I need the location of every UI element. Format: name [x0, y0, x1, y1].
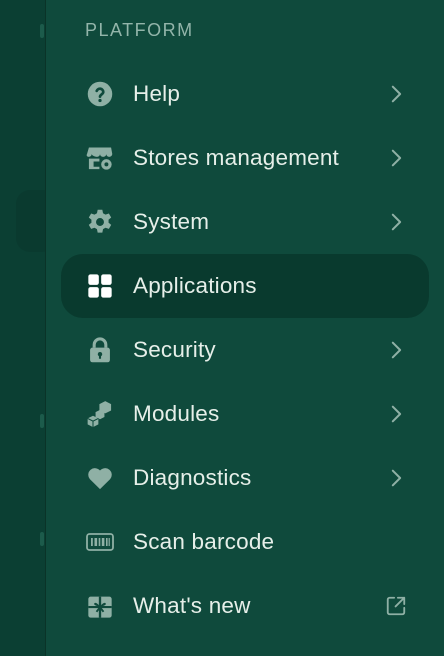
- grid-icon: [85, 271, 115, 301]
- lock-icon: [85, 335, 115, 365]
- chevron-right-icon: [391, 405, 402, 423]
- chevron-right-icon: [391, 213, 402, 231]
- chevron-right-icon: [391, 469, 402, 487]
- chevron-right-icon: [391, 85, 402, 103]
- menu-item-stores-management[interactable]: Stores management: [61, 126, 429, 190]
- help-icon: [85, 79, 115, 109]
- menu-item-scan-barcode[interactable]: Scan barcode: [61, 510, 429, 574]
- external-link-icon: [386, 596, 406, 616]
- gift-icon: [85, 591, 115, 621]
- gear-icon: [85, 207, 115, 237]
- background-marker: [40, 532, 44, 546]
- cubes-icon: [85, 399, 115, 429]
- chevron-right-icon: [391, 149, 402, 167]
- menu-item-label: What's new: [133, 593, 251, 618]
- menu-item-label: Stores management: [133, 145, 340, 170]
- background-sidebar: [0, 0, 56, 656]
- menu-item-diagnostics[interactable]: Diagnostics: [61, 446, 429, 510]
- menu-item-label: Security: [133, 337, 216, 362]
- platform-menu: Help Stores management System Applicatio…: [61, 62, 429, 638]
- menu-item-applications[interactable]: Applications: [61, 254, 429, 318]
- menu-item-label: Diagnostics: [133, 465, 252, 490]
- menu-item-security[interactable]: Security: [61, 318, 429, 382]
- background-marker: [40, 24, 44, 38]
- menu-item-label: Help: [133, 81, 181, 106]
- menu-item-label: Modules: [133, 401, 220, 426]
- chevron-right-icon: [391, 341, 402, 359]
- menu-item-help[interactable]: Help: [61, 62, 429, 126]
- section-title: PLATFORM: [85, 20, 194, 40]
- menu-item-system[interactable]: System: [61, 190, 429, 254]
- barcode-icon: [85, 527, 115, 557]
- heart-icon: [85, 463, 115, 493]
- menu-item-label: System: [133, 209, 210, 234]
- menu-item-whats-new[interactable]: What's new: [61, 574, 429, 638]
- menu-item-label: Applications: [133, 273, 257, 298]
- background-marker: [40, 414, 44, 428]
- menu-item-modules[interactable]: Modules: [61, 382, 429, 446]
- platform-menu-panel: PLATFORM Help Stores management System A…: [45, 0, 444, 656]
- menu-item-label: Scan barcode: [133, 529, 275, 554]
- store-settings-icon: [85, 143, 115, 173]
